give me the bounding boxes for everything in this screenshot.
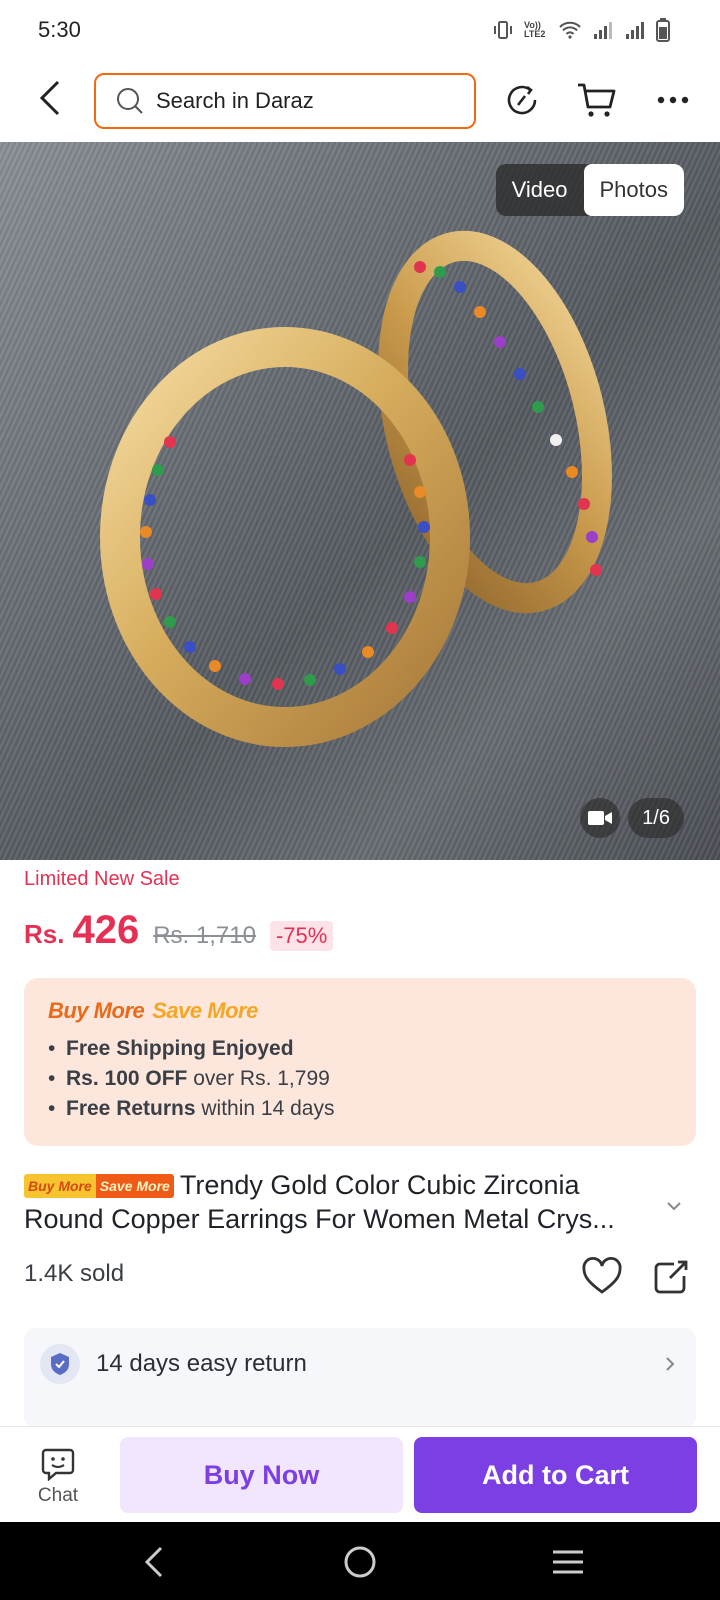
status-bar: 5:30 Vo)) LTE2 — [0, 0, 720, 60]
bottom-action-bar: Chat Buy Now Add to Cart — [0, 1426, 720, 1522]
product-title[interactable]: Buy More Save More Trendy Gold Color Cubic… — [24, 1168, 664, 1236]
tab-video[interactable]: Video — [496, 164, 584, 216]
search-icon — [117, 88, 143, 114]
search-placeholder: Search in Daraz — [156, 88, 314, 113]
promo-list: Free Shipping Enjoyed Rs. 100 OFF over R… — [48, 1034, 672, 1124]
nav-recents-button[interactable] — [546, 1540, 590, 1584]
product-gallery[interactable]: Video Photos 1/6 — [0, 142, 720, 860]
heart-icon[interactable] — [580, 1254, 624, 1298]
product-image — [100, 230, 612, 747]
easy-return-row[interactable]: 14 days easy return — [40, 1344, 680, 1384]
easy-return-label: 14 days easy return — [96, 1350, 307, 1377]
cart-icon — [578, 83, 616, 117]
promo-title-part1: Buy More — [48, 998, 145, 1023]
battery-icon — [656, 18, 670, 42]
discount-badge: -75% — [269, 921, 334, 951]
price-row: Rs. 426 Rs. 1,710 -75% — [24, 908, 334, 953]
back-button[interactable] — [30, 78, 70, 118]
nav-home-button[interactable] — [338, 1540, 382, 1584]
search-input[interactable]: Search in Daraz — [94, 73, 476, 129]
signal-icon-1 — [594, 22, 612, 39]
chevron-right-icon — [666, 1357, 675, 1371]
chat-label: Chat — [37, 1485, 79, 1506]
chat-icon — [41, 1448, 75, 1481]
services-card: 14 days easy return — [24, 1328, 696, 1428]
nav-home-icon — [344, 1546, 376, 1578]
promo-item-shipping: Free Shipping Enjoyed — [48, 1034, 672, 1064]
signal-icon-2 — [626, 22, 644, 39]
cart-button[interactable] — [574, 78, 618, 122]
wifi-icon — [559, 21, 581, 39]
current-price: 426 — [72, 908, 140, 952]
video-camera-icon — [588, 811, 612, 825]
more-button[interactable] — [651, 78, 695, 122]
status-icons: Vo)) LTE2 — [492, 18, 670, 42]
chevron-down-icon[interactable] — [664, 1196, 684, 1216]
image-counter: 1/6 — [628, 798, 684, 838]
promo-card[interactable]: Buy More Save More Free Shipping Enjoyed… — [24, 978, 696, 1146]
buy-now-button[interactable]: Buy Now — [120, 1437, 403, 1513]
network-label: Vo)) LTE2 — [524, 20, 546, 39]
gem-stones — [140, 261, 602, 690]
price-currency: Rs. — [24, 919, 65, 949]
vibrate-icon — [494, 21, 512, 39]
chat-button[interactable]: Chat — [28, 1447, 88, 1509]
history-icon — [507, 85, 537, 115]
nav-back-icon — [144, 1546, 163, 1578]
history-button[interactable] — [500, 78, 544, 122]
video-button[interactable] — [580, 798, 620, 838]
status-time: 5:30 — [38, 17, 81, 42]
media-toggle: Video Photos — [495, 164, 684, 216]
promo-title: Buy More Save More — [48, 998, 672, 1024]
sale-label: Limited New Sale — [24, 868, 180, 890]
tab-photos[interactable]: Photos — [583, 164, 684, 216]
back-arrow-icon — [39, 80, 60, 116]
nav-recents-icon — [553, 1550, 583, 1574]
more-dots-icon — [657, 96, 689, 104]
promo-item-returns: Free Returns within 14 days — [48, 1094, 672, 1124]
add-to-cart-button[interactable]: Add to Cart — [414, 1437, 697, 1513]
original-price: Rs. 1,710 — [153, 922, 256, 949]
sold-count: 1.4K sold — [24, 1260, 125, 1287]
shield-check-icon — [40, 1344, 80, 1384]
promo-item-discount: Rs. 100 OFF over Rs. 1,799 — [48, 1064, 672, 1094]
buy-more-save-more-tag: Buy More Save More — [24, 1174, 174, 1198]
system-nav-bar — [0, 1522, 720, 1600]
share-icon[interactable] — [650, 1254, 694, 1298]
nav-back-button[interactable] — [132, 1540, 176, 1584]
header: Search in Daraz — [0, 64, 720, 140]
promo-title-part2: Save More — [152, 998, 258, 1023]
